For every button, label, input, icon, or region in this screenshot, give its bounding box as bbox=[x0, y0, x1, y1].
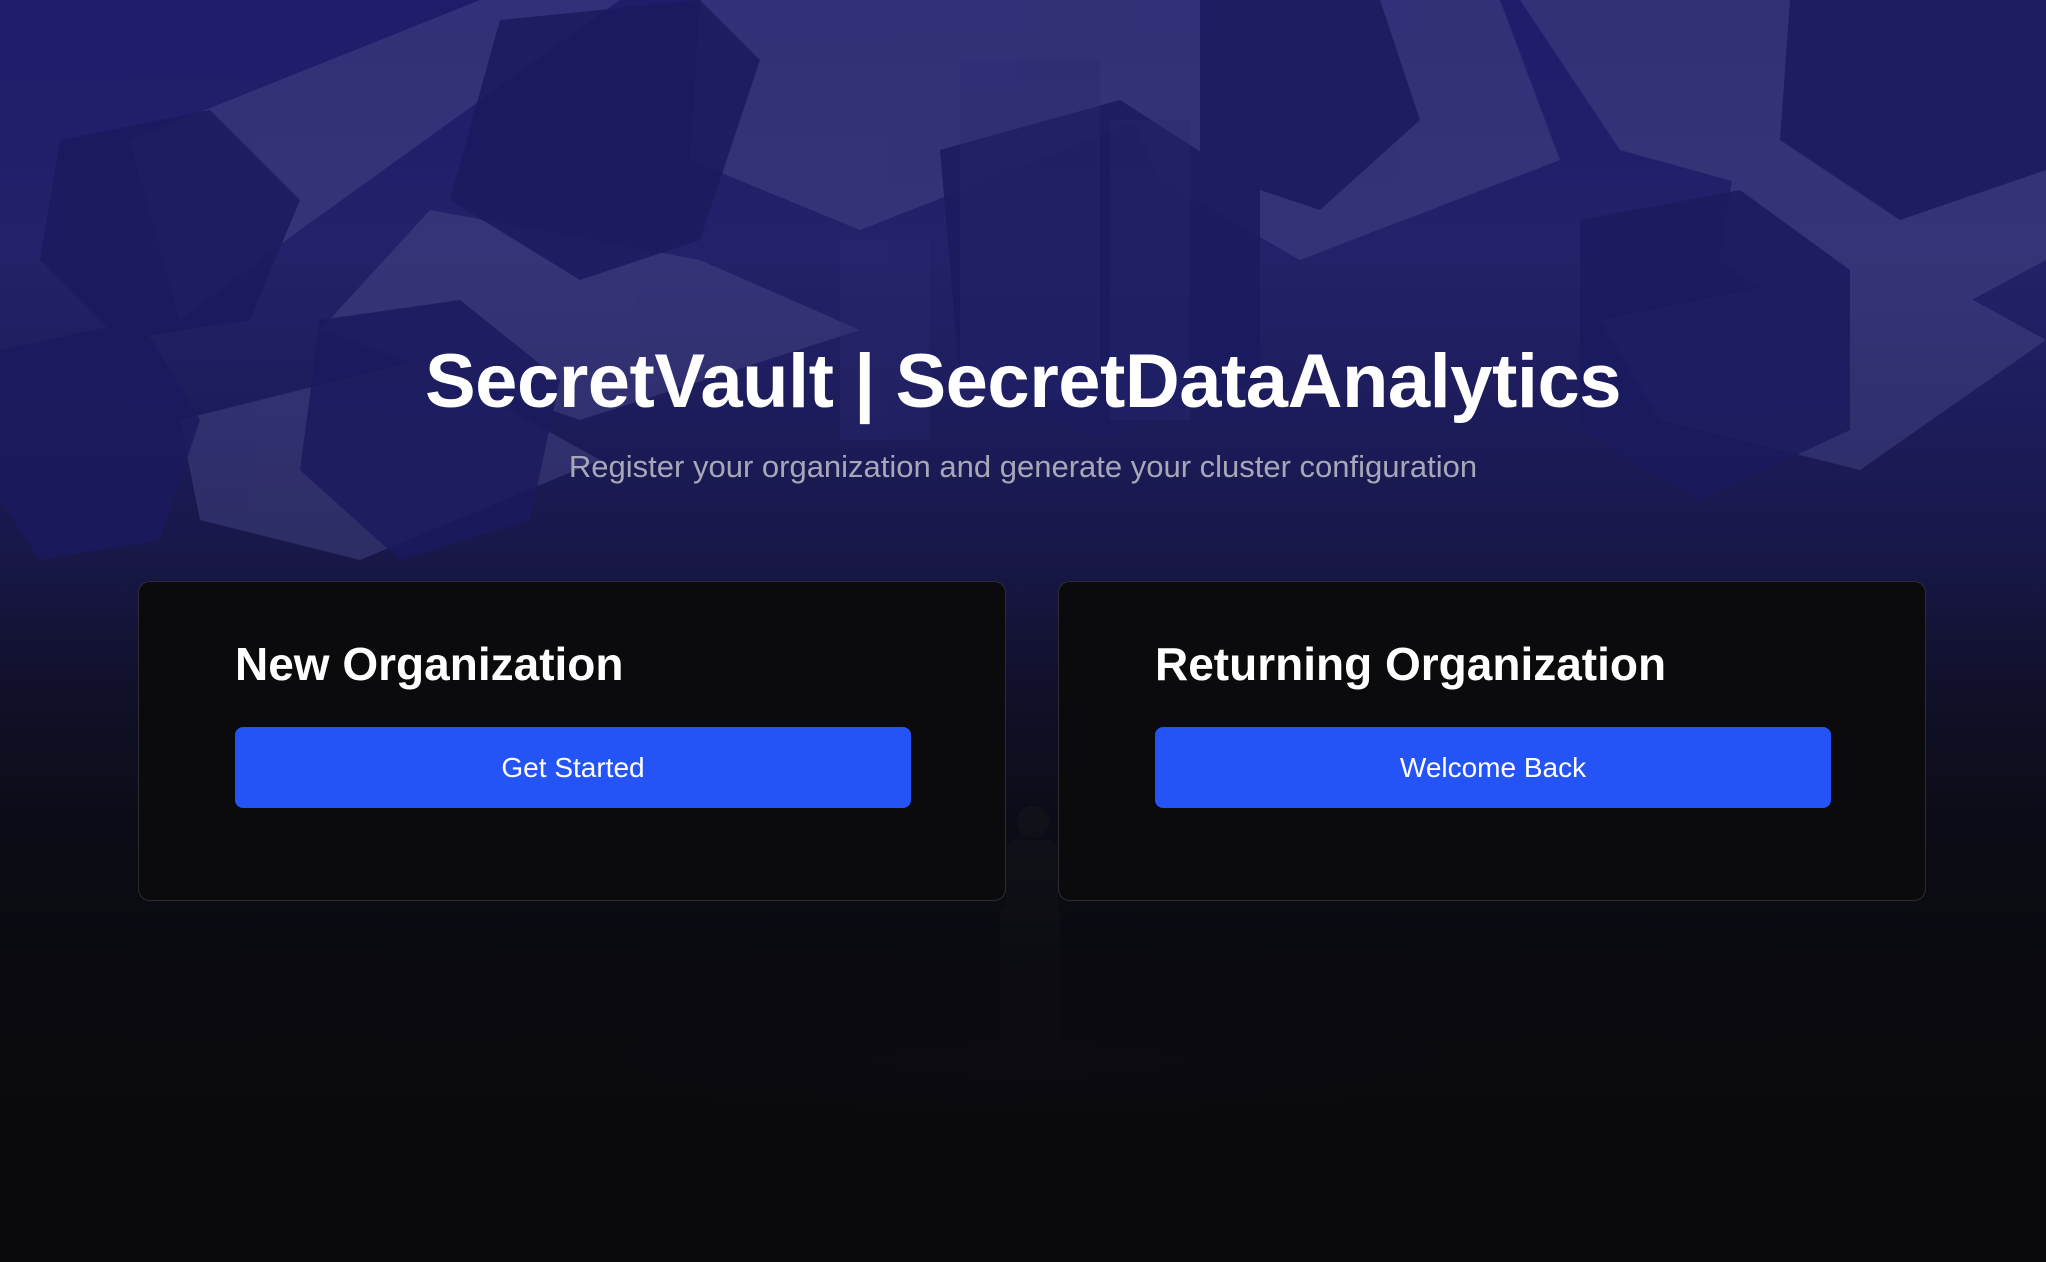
page-subtitle: Register your organization and generate … bbox=[568, 449, 1478, 484]
new-organization-card: New Organization Get Started bbox=[138, 581, 1006, 901]
page-title: SecretVault | SecretDataAnalytics bbox=[424, 339, 1622, 424]
get-started-button[interactable]: Get Started bbox=[235, 727, 911, 808]
returning-organization-card: Returning Organization Welcome Back bbox=[1058, 581, 1926, 901]
new-organization-title: New Organization bbox=[235, 638, 624, 690]
hero-header: SecretVault | SecretDataAnalytics Regist… bbox=[0, 335, 2046, 487]
welcome-back-button[interactable]: Welcome Back bbox=[1155, 727, 1831, 808]
returning-organization-title: Returning Organization bbox=[1155, 638, 1667, 690]
landing-page: SecretVault | SecretDataAnalytics Regist… bbox=[0, 0, 2046, 1262]
